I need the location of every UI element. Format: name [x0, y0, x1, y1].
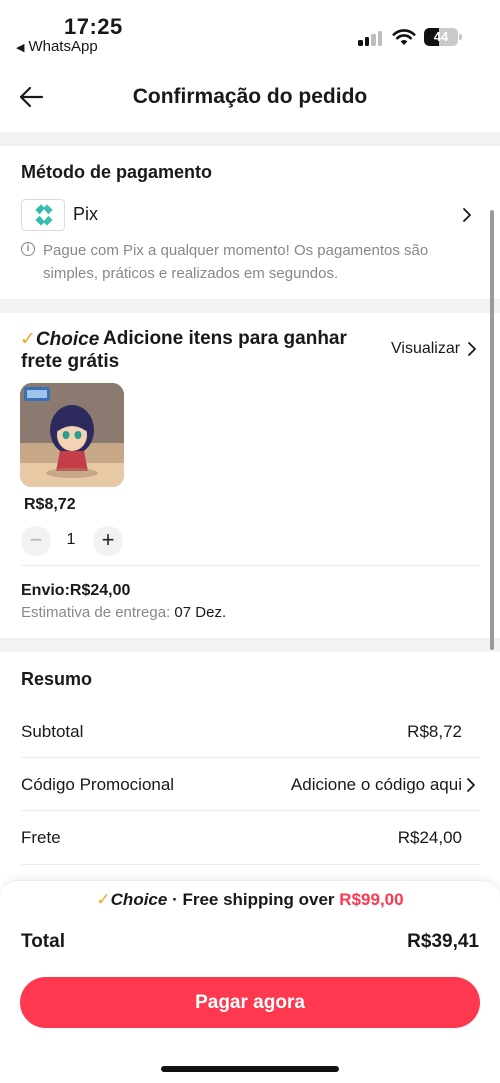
cellular-signal-icon: [358, 30, 384, 46]
view-items-label: Visualizar: [391, 340, 461, 357]
summary-row-label: Subtotal: [21, 722, 84, 741]
payment-method-label: Pix: [73, 204, 99, 224]
delivery-estimate: Estimativa de entrega: 07 Dez.: [21, 604, 226, 621]
divider: [21, 810, 480, 811]
battery-nub: [459, 34, 462, 40]
back-app-label: WhatsApp: [28, 38, 98, 55]
checkmark-icon: ✓: [96, 890, 111, 909]
summary-row-label: Frete: [21, 828, 61, 847]
figure-image: [20, 383, 124, 487]
product-image[interactable]: [20, 383, 124, 487]
pay-now-button[interactable]: Pagar agora: [20, 977, 480, 1028]
divider: [21, 757, 480, 758]
quantity-value: 1: [66, 531, 76, 548]
section-divider: [0, 638, 500, 652]
battery-level: 44: [433, 29, 449, 44]
decrease-quantity-button[interactable]: −: [21, 526, 51, 556]
estimate-label: Estimativa de entrega:: [21, 604, 171, 621]
summary-row-label: Código Promocional: [21, 775, 175, 794]
wifi-icon: [392, 29, 416, 45]
choice-title: Adicione itens para ganhar frete grátis: [21, 328, 347, 372]
total-value: R$39,41: [407, 931, 479, 952]
back-triangle-icon: ◀: [16, 42, 25, 54]
chevron-right-icon: [468, 342, 476, 356]
add-promo-code-link: Adicione o código aqui: [290, 775, 462, 794]
view-items-link[interactable]: Visualizar: [391, 340, 460, 358]
battery-icon: 44: [424, 28, 458, 46]
item-price: R$8,72: [24, 496, 76, 513]
pix-logo: [21, 199, 65, 231]
increase-quantity-button[interactable]: +: [93, 526, 123, 556]
free-shipping-banner: ✓Choice · Free shipping over R$99,00: [0, 890, 500, 910]
summary-row-value: R$24,00: [397, 828, 462, 847]
chevron-right-icon: [463, 208, 471, 222]
section-divider: [0, 132, 500, 146]
divider: [21, 565, 480, 566]
page-title: Confirmação do pedido: [132, 85, 368, 108]
divider: [21, 864, 480, 865]
shipping-cost: Envio:R$24,00: [21, 582, 131, 599]
promo-text: · Free shipping over: [172, 890, 335, 909]
summary-row-value: R$8,72: [407, 722, 462, 741]
summary-title: Resumo: [21, 669, 93, 689]
home-indicator[interactable]: [161, 1066, 339, 1072]
total-label: Total: [21, 931, 65, 952]
pix-icon: [35, 204, 53, 226]
estimate-date: 07 Dez.: [174, 604, 227, 621]
payment-section-title: Método de pagamento: [21, 162, 213, 182]
navigation-bar: Confirmação do pedido: [0, 64, 500, 132]
status-bar: 17:25 ◀ WhatsApp 44: [0, 0, 500, 64]
info-icon: i: [21, 242, 35, 256]
back-to-app-link[interactable]: ◀ WhatsApp: [16, 38, 98, 55]
section-divider: [0, 299, 500, 313]
status-time: 17:25: [64, 14, 123, 39]
promo-amount: R$99,00: [339, 890, 404, 909]
payment-info-text: Pague com Pix a qualquer momento! Os pag…: [43, 242, 429, 282]
promo-brand: Choice: [110, 890, 168, 909]
chevron-right-icon: [467, 778, 475, 792]
scrollbar[interactable]: [490, 210, 494, 650]
